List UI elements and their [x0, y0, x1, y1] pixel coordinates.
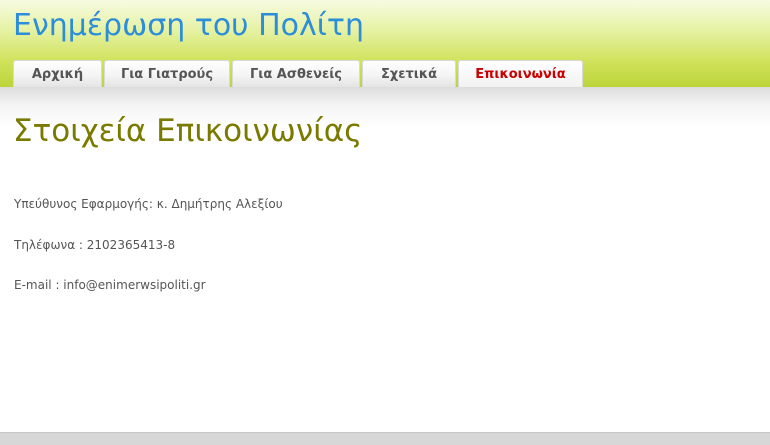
phone-text: Τηλέφωνα : 2102365413-8	[14, 238, 176, 252]
email-text: E-mail : info@enimerwsipoliti.gr	[14, 278, 206, 292]
page-title: Στοιχεία Επικοινωνίας	[13, 113, 363, 149]
site-title[interactable]: Ενημέρωση του Πολίτη	[13, 6, 364, 46]
tab-about[interactable]: Σχετικά	[362, 60, 456, 87]
responsible-text: Υπεύθυνος Εφαρμογής: κ. Δημήτρης Αλεξίου	[14, 197, 283, 211]
footer-bar	[0, 432, 770, 445]
site-header: Ενημέρωση του Πολίτη Αρχική Για Γιατρούς…	[0, 0, 770, 87]
tab-doctors[interactable]: Για Γιατρούς	[104, 60, 230, 87]
tab-contact[interactable]: Επικοινωνία	[458, 60, 583, 87]
tab-patients[interactable]: Για Ασθενείς	[232, 60, 360, 87]
main-nav: Αρχική Για Γιατρούς Για Ασθενείς Σχετικά…	[13, 60, 585, 87]
tab-home[interactable]: Αρχική	[13, 60, 102, 87]
